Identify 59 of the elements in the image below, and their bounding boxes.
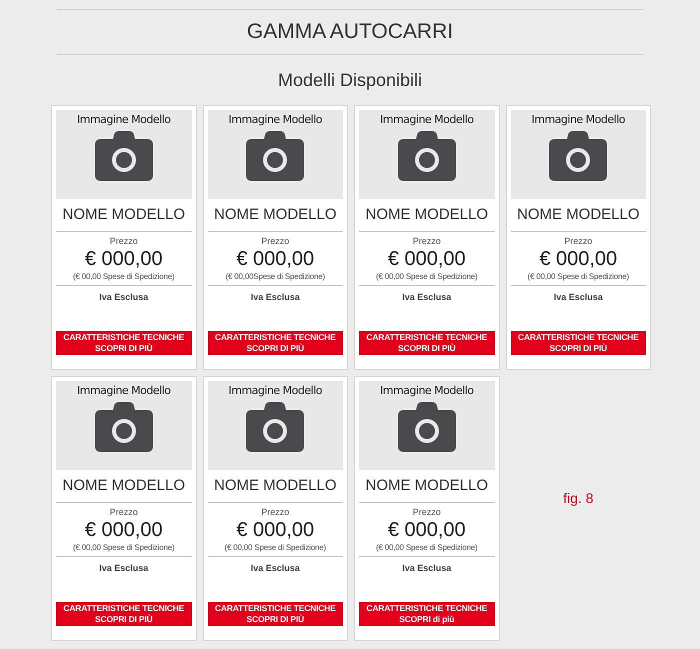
shipping-note: (€ 00,00 Spese di Spedizione) bbox=[376, 271, 478, 283]
camera-icon bbox=[398, 402, 456, 452]
tax-note: Iva Esclusa bbox=[250, 291, 300, 304]
price-label: Prezzo bbox=[564, 235, 592, 247]
model-name: NOME MODELLO bbox=[62, 204, 186, 225]
model-name: NOME MODELLO bbox=[365, 204, 488, 225]
price: € 000,00 bbox=[84, 518, 163, 542]
details-button[interactable]: CARATTERISTICHE TECNICHE SCOPRI di più bbox=[359, 602, 494, 626]
camera-icon bbox=[398, 131, 456, 181]
shipping-note: (€ 00,00 Spese di Spedizione) bbox=[376, 542, 478, 554]
tax-note: Iva Esclusa bbox=[250, 562, 300, 575]
tax-note: Iva Esclusa bbox=[99, 562, 148, 575]
details-button[interactable]: CARATTERISTICHE TECNICHE SCOPRI DI PIÙ bbox=[208, 331, 343, 355]
image-caption: Immagine Modello bbox=[76, 384, 170, 398]
shipping-note: (€ 00,00 Spese di Spedizione) bbox=[224, 542, 326, 554]
price-label: Prezzo bbox=[412, 235, 441, 247]
tax-note: Iva Esclusa bbox=[554, 291, 603, 304]
image-caption: Immagine Modello bbox=[380, 113, 474, 127]
price-label: Prezzo bbox=[110, 235, 138, 247]
tax-note: Iva Esclusa bbox=[402, 562, 452, 575]
image-caption: Immagine Modello bbox=[531, 113, 625, 127]
camera-icon bbox=[94, 402, 153, 452]
details-button[interactable]: CARATTERISTICHE TECNICHE SCOPRI DI PIÙ bbox=[208, 602, 343, 626]
model-name: NOME MODELLO bbox=[214, 476, 337, 496]
shipping-note: (€ 00,00 Spese di Spedizione) bbox=[528, 271, 629, 283]
model-name: NOME MODELLO bbox=[214, 204, 337, 225]
price-label: Prezzo bbox=[261, 235, 290, 247]
details-button[interactable]: CARATTERISTICHE TECNICHE SCOPRI DI PIÙ bbox=[510, 331, 646, 355]
shipping-note: (€ 00,00 Spese di Spedizione) bbox=[73, 271, 174, 283]
details-button[interactable]: CARATTERISTICHE TECNICHE SCOPRI DI PIÙ bbox=[359, 331, 494, 355]
price: € 000,00 bbox=[236, 247, 314, 271]
model-name: NOME MODELLO bbox=[365, 476, 488, 496]
price-label: Prezzo bbox=[261, 506, 290, 518]
camera-icon bbox=[94, 131, 153, 181]
camera-icon bbox=[246, 402, 304, 452]
shipping-note: (€ 00,00 Spese di Spedizione) bbox=[73, 542, 174, 554]
section-title: Modelli Disponibili bbox=[278, 68, 422, 92]
details-button[interactable]: CARATTERISTICHE TECNICHE SCOPRI DI PIÙ bbox=[56, 331, 192, 355]
figure-label: fig. 8 bbox=[563, 489, 594, 508]
shipping-note: (€ 00,00Spese di Spedizione) bbox=[226, 271, 325, 283]
price-label: Prezzo bbox=[412, 506, 441, 518]
page-title: GAMMA AUTOCARRI bbox=[246, 19, 454, 46]
image-caption: Immagine Modello bbox=[380, 384, 474, 398]
model-name: NOME MODELLO bbox=[516, 204, 640, 225]
price: € 000,00 bbox=[388, 247, 466, 271]
image-caption: Immagine Modello bbox=[228, 113, 322, 127]
price: € 000,00 bbox=[84, 247, 163, 271]
price-label: Prezzo bbox=[110, 506, 138, 518]
price: € 000,00 bbox=[388, 518, 466, 542]
model-name: NOME MODELLO bbox=[62, 476, 186, 496]
tax-note: Iva Esclusa bbox=[99, 291, 148, 304]
camera-icon bbox=[246, 131, 304, 181]
image-caption: Immagine Modello bbox=[76, 113, 170, 127]
details-button[interactable]: CARATTERISTICHE TECNICHE SCOPRI DI PIÙ bbox=[56, 602, 192, 626]
price: € 000,00 bbox=[539, 247, 618, 271]
price: € 000,00 bbox=[236, 518, 314, 542]
camera-icon bbox=[549, 131, 608, 181]
tax-note: Iva Esclusa bbox=[402, 291, 452, 304]
image-caption: Immagine Modello bbox=[228, 384, 322, 398]
